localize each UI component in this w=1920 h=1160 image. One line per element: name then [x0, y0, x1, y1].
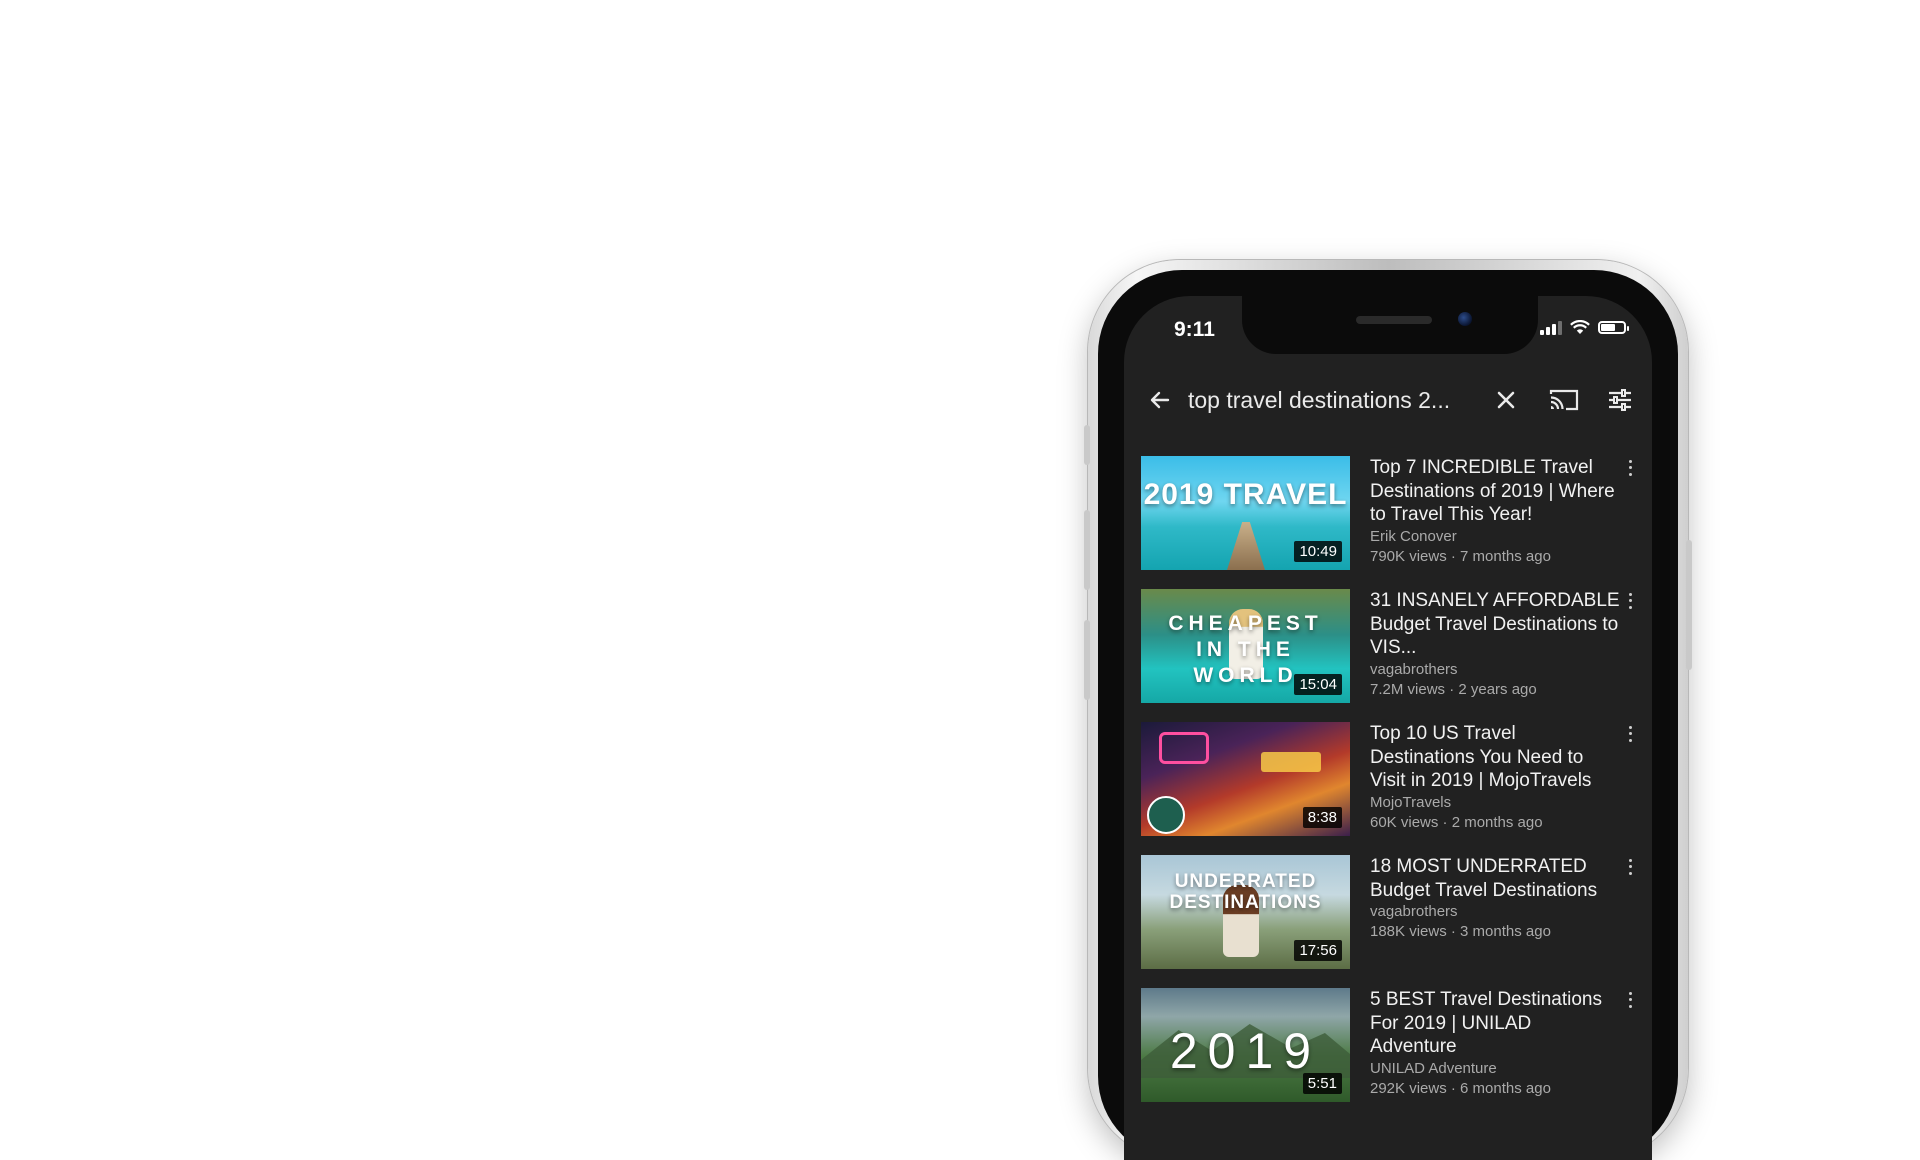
thumbnail-text: UNDERRATED DESTINATIONS — [1169, 871, 1322, 913]
thumbnail-text: 2019 TRAVEL — [1143, 478, 1348, 511]
filter-sliders-icon — [1609, 389, 1631, 411]
video-info: 18 MOST UNDERRATED Budget Travel Destina… — [1370, 855, 1620, 942]
video-info: Top 7 INCREDIBLE Travel Destinations of … — [1370, 456, 1620, 567]
channel-name[interactable]: vagabrothers — [1370, 660, 1620, 680]
video-title[interactable]: 18 MOST UNDERRATED Budget Travel Destina… — [1370, 855, 1620, 902]
volume-down-button — [1084, 620, 1090, 700]
more-options-icon[interactable] — [1622, 857, 1638, 877]
list-item[interactable]: 2019 5:51 5 BEST Travel Destinations For… — [1141, 988, 1652, 1104]
cast-icon — [1549, 389, 1579, 411]
video-title[interactable]: Top 7 INCREDIBLE Travel Destinations of … — [1370, 456, 1620, 527]
power-button — [1686, 540, 1692, 670]
channel-name[interactable]: Erik Conover — [1370, 527, 1620, 547]
more-options-icon[interactable] — [1622, 591, 1638, 611]
video-duration: 5:51 — [1302, 1073, 1342, 1094]
volume-up-button — [1084, 510, 1090, 590]
thumbnail-neon-sign — [1261, 752, 1321, 772]
search-query-input[interactable]: top travel destinations 2... — [1188, 387, 1478, 414]
more-options-icon[interactable] — [1622, 724, 1638, 744]
back-button[interactable] — [1138, 378, 1182, 422]
channel-name[interactable]: vagabrothers — [1370, 902, 1620, 922]
app-screen: 9:11 top travel destinations 2... 2019 T… — [1124, 296, 1652, 1160]
thumbnail-dock — [1227, 522, 1265, 570]
video-duration: 17:56 — [1294, 940, 1342, 961]
status-icons — [1540, 320, 1629, 335]
video-meta: 7.2M views · 2 years ago — [1370, 680, 1537, 698]
thumbnail-text: 2019 — [1169, 1023, 1322, 1079]
video-info: 31 INSANELY AFFORDABLE Budget Travel Des… — [1370, 589, 1620, 700]
video-info: 5 BEST Travel Destinations For 2019 | UN… — [1370, 988, 1620, 1099]
video-thumbnail[interactable]: 2019 5:51 — [1141, 988, 1350, 1102]
mute-switch — [1084, 425, 1090, 465]
channel-name[interactable]: UNILAD Adventure — [1370, 1059, 1620, 1079]
video-duration: 8:38 — [1302, 807, 1342, 828]
video-info: Top 10 US Travel Destinations You Need t… — [1370, 722, 1620, 833]
more-options-icon[interactable] — [1622, 458, 1638, 478]
video-thumbnail[interactable]: CHEAPEST IN THE WORLD 15:04 — [1141, 589, 1350, 703]
video-meta: 292K views · 6 months ago — [1370, 1079, 1551, 1097]
video-duration: 10:49 — [1294, 541, 1342, 562]
search-header: top travel destinations 2... — [1124, 370, 1652, 430]
status-time: 9:11 — [1174, 318, 1215, 341]
mojotravels-logo — [1147, 796, 1185, 834]
cellular-signal-icon — [1540, 320, 1562, 335]
wifi-icon — [1570, 320, 1590, 334]
arrow-left-icon — [1150, 391, 1170, 409]
thumbnail-neon-sign — [1159, 732, 1209, 764]
battery-icon — [1598, 321, 1629, 334]
video-meta: 60K views · 2 months ago — [1370, 813, 1543, 831]
more-options-icon[interactable] — [1622, 990, 1638, 1010]
filter-button[interactable] — [1598, 378, 1642, 422]
video-meta: 188K views · 3 months ago — [1370, 923, 1551, 940]
status-bar: 9:11 — [1124, 296, 1652, 352]
phone-frame: 9:11 top travel destinations 2... 2019 T… — [1084, 260, 1692, 1160]
list-item[interactable]: CHEAPEST IN THE WORLD 15:04 31 INSANELY … — [1141, 589, 1652, 705]
phone-bezel: 9:11 top travel destinations 2... 2019 T… — [1098, 270, 1678, 1160]
video-title[interactable]: Top 10 US Travel Destinations You Need t… — [1370, 722, 1620, 793]
list-item[interactable]: 8:38 Top 10 US Travel Destinations You N… — [1141, 722, 1652, 838]
video-title[interactable]: 31 INSANELY AFFORDABLE Budget Travel Des… — [1370, 589, 1620, 660]
list-item[interactable]: UNDERRATED DESTINATIONS 17:56 18 MOST UN… — [1141, 855, 1652, 971]
video-duration: 15:04 — [1294, 674, 1342, 695]
close-icon — [1497, 391, 1515, 409]
video-meta: 790K views · 7 months ago — [1370, 547, 1551, 565]
clear-search-button[interactable] — [1484, 378, 1528, 422]
video-thumbnail[interactable]: 8:38 — [1141, 722, 1350, 836]
channel-name[interactable]: MojoTravels — [1370, 793, 1620, 813]
list-item[interactable]: 2019 TRAVEL 10:49 Top 7 INCREDIBLE Trave… — [1141, 456, 1652, 572]
video-title[interactable]: 5 BEST Travel Destinations For 2019 | UN… — [1370, 988, 1620, 1059]
video-thumbnail[interactable]: 2019 TRAVEL 10:49 — [1141, 456, 1350, 570]
cast-button[interactable] — [1542, 378, 1586, 422]
video-thumbnail[interactable]: UNDERRATED DESTINATIONS 17:56 — [1141, 855, 1350, 969]
